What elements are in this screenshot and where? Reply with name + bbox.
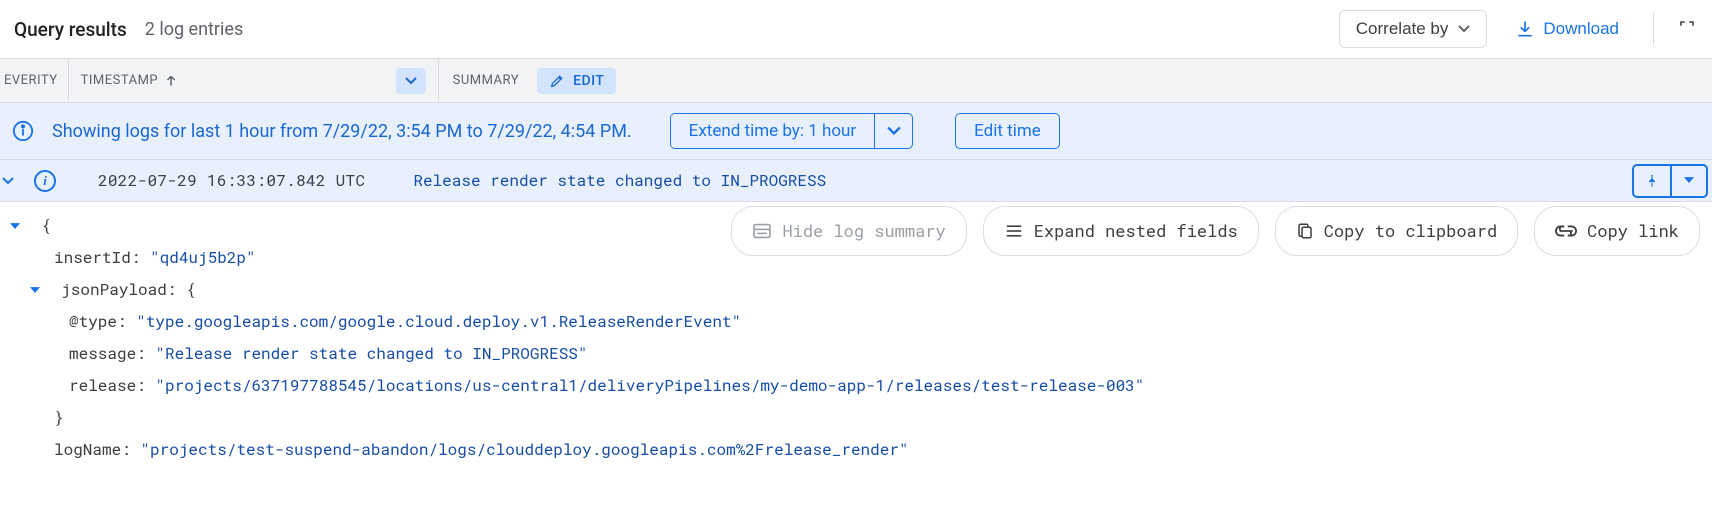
log-detail: Hide log summary Expand nested fields Co… xyxy=(0,202,1712,470)
pencil-icon xyxy=(549,73,565,89)
log-entry-row[interactable]: i 2022-07-29 16:33:07.842 UTC Release re… xyxy=(0,160,1712,202)
timestamp-dropdown[interactable] xyxy=(396,68,426,94)
extend-time-button[interactable]: Extend time by: 1 hour xyxy=(671,114,875,148)
hide-summary-button: Hide log summary xyxy=(731,206,966,256)
json-line: @type: "type.googleapis.com/google.cloud… xyxy=(4,306,1712,338)
json-line: logName: "projects/test-suspend-abandon/… xyxy=(4,434,1712,466)
download-icon xyxy=(1515,19,1535,39)
edit-summary-button[interactable]: EDIT xyxy=(537,68,616,94)
info-icon xyxy=(12,120,34,142)
json-line: message: "Release render state changed t… xyxy=(4,338,1712,370)
json-line: } xyxy=(4,402,1712,434)
caret-down-icon xyxy=(1458,25,1470,33)
copy-clipboard-button[interactable]: Copy to clipboard xyxy=(1275,206,1518,256)
collapse-toggle[interactable] xyxy=(28,287,42,294)
json-line: jsonPayload: { xyxy=(4,274,1712,306)
page-title: Query results xyxy=(14,18,127,41)
link-icon xyxy=(1555,224,1577,238)
chevron-down-icon xyxy=(887,126,901,136)
caret-down-icon xyxy=(1684,177,1694,184)
download-label: Download xyxy=(1543,19,1619,39)
pin-button[interactable] xyxy=(1634,166,1670,196)
edit-time-button[interactable]: Edit time xyxy=(955,113,1060,149)
panel-icon xyxy=(752,223,772,239)
summary-column-header: SUMMARY EDIT xyxy=(439,68,631,94)
copy-icon xyxy=(1296,221,1314,241)
divider xyxy=(1653,13,1654,45)
expand-nested-button[interactable]: Expand nested fields xyxy=(983,206,1259,256)
extend-time-group: Extend time by: 1 hour xyxy=(670,113,914,149)
severity-column-header[interactable]: EVERITY xyxy=(0,59,69,102)
pin-group xyxy=(1632,164,1708,198)
collapse-toggle[interactable] xyxy=(8,223,22,230)
log-timestamp: 2022-07-29 16:33:07.842 UTC xyxy=(98,170,365,191)
log-summary: Release render state changed to IN_PROGR… xyxy=(413,170,826,191)
column-headers: EVERITY TIMESTAMP SUMMARY EDIT xyxy=(0,59,1712,103)
timestamp-column-header[interactable]: TIMESTAMP xyxy=(69,59,439,102)
pin-dropdown[interactable] xyxy=(1670,166,1706,196)
copy-link-button[interactable]: Copy link xyxy=(1534,206,1700,256)
caret-down-icon xyxy=(405,77,417,85)
download-button[interactable]: Download xyxy=(1505,13,1629,45)
extend-time-dropdown[interactable] xyxy=(874,114,912,148)
chevron-down-icon xyxy=(2,177,14,185)
detail-actions: Hide log summary Expand nested fields Co… xyxy=(731,206,1700,256)
json-line: release: "projects/637197788545/location… xyxy=(4,370,1712,402)
sort-asc-icon xyxy=(164,74,178,88)
list-icon xyxy=(1004,223,1024,239)
results-header: Query results 2 log entries Correlate by… xyxy=(0,0,1712,59)
entry-count: 2 log entries xyxy=(145,19,243,40)
expand-toggle[interactable] xyxy=(2,177,16,185)
fullscreen-icon[interactable] xyxy=(1678,19,1698,39)
correlate-by-button[interactable]: Correlate by xyxy=(1339,10,1488,48)
time-range-banner: Showing logs for last 1 hour from 7/29/2… xyxy=(0,103,1712,160)
banner-message: Showing logs for last 1 hour from 7/29/2… xyxy=(52,121,632,142)
severity-info-icon: i xyxy=(34,170,56,192)
correlate-label: Correlate by xyxy=(1356,19,1449,39)
pin-icon xyxy=(1645,173,1659,189)
